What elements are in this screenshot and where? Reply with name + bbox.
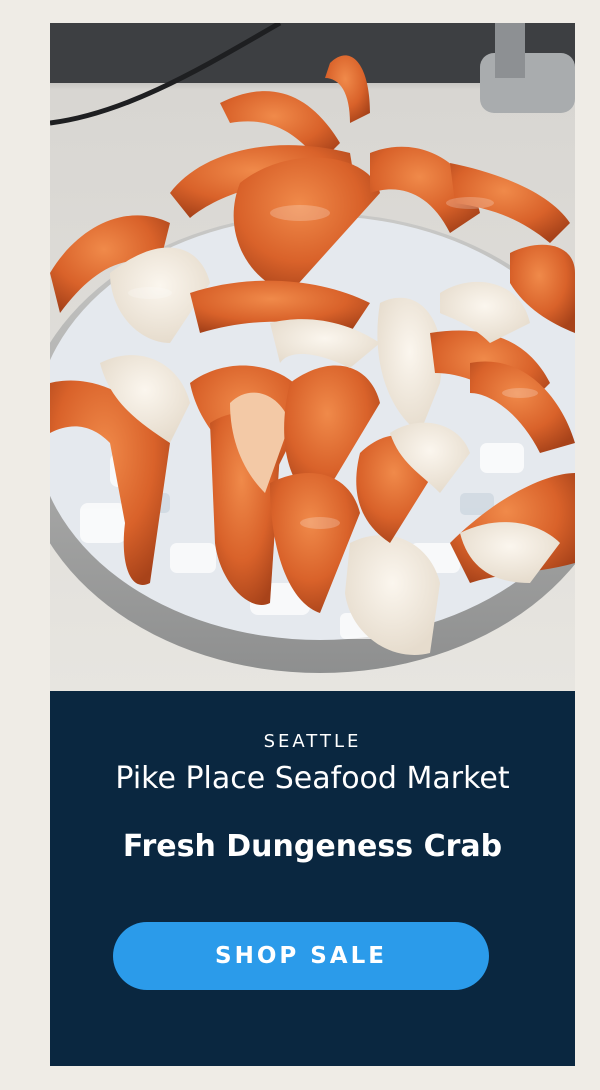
city-label: SEATTLE [263,731,362,752]
product-title: Fresh Dungeness Crab [122,829,503,864]
shop-sale-button[interactable]: SHOP SALE [113,922,489,990]
hero-image[interactable] [50,23,575,691]
store-name: Pike Place Seafood Market [115,761,510,796]
promo-details: SEATTLE Pike Place Seafood Market Fresh … [50,691,575,1066]
promo-card: SEATTLE Pike Place Seafood Market Fresh … [50,23,575,1066]
crab-platter-photo [50,23,575,691]
